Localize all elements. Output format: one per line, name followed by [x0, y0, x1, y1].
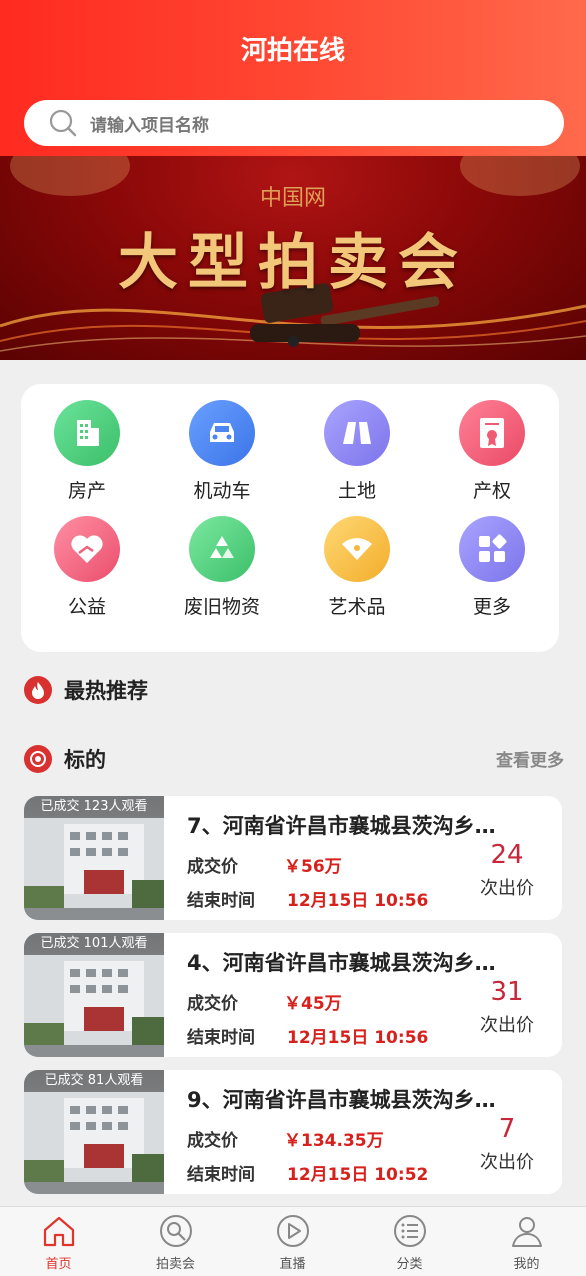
- section-title: 标的: [64, 748, 106, 772]
- building-icon: [54, 400, 120, 466]
- recycle-icon: [189, 516, 255, 582]
- end-time-value: 12月15日 10:56: [287, 891, 429, 911]
- price-label: 成交价: [187, 994, 238, 1014]
- user-icon: [511, 1217, 542, 1247]
- listing-card[interactable]: 已成交 81人观看 9、河南省许昌市襄城县茨沟乡房产 成交价 ￥134.35万 …: [24, 1070, 562, 1194]
- tab-category[interactable]: 分类: [351, 1213, 468, 1272]
- listing-card[interactable]: 已成交 123人观看 7、河南省许昌市襄城县茨沟乡房产 成交价 ￥56万 结束时…: [24, 796, 562, 920]
- tab-auction[interactable]: 拍卖会: [117, 1213, 234, 1272]
- price-label: 成交价: [187, 1131, 238, 1151]
- car-icon: [189, 400, 255, 466]
- category-label: 产权: [472, 480, 511, 502]
- end-time-value: 12月15日 10:56: [287, 1028, 429, 1048]
- category-charity[interactable]: 公益: [32, 516, 142, 619]
- end-time-label: 结束时间: [187, 891, 255, 911]
- category-label: 艺术品: [328, 596, 386, 618]
- category-label: 更多: [472, 596, 511, 618]
- tab-label: 拍卖会: [155, 1257, 195, 1272]
- tab-label: 分类: [396, 1257, 423, 1272]
- category-house[interactable]: 房产: [32, 400, 142, 503]
- banner-title: 大型拍卖会: [118, 228, 468, 298]
- target-icon: [24, 745, 52, 773]
- search-input[interactable]: 请输入项目名称: [90, 111, 209, 136]
- listing-card[interactable]: 已成交 101人观看 4、河南省许昌市襄城县茨沟乡房产 成交价 ￥45万 结束时…: [24, 933, 562, 1057]
- view-more-link[interactable]: 查看更多: [496, 746, 564, 771]
- category-vehicle[interactable]: 机动车: [167, 400, 277, 503]
- end-time-value: 12月15日 10:52: [287, 1165, 429, 1185]
- category-label: 土地: [337, 480, 376, 502]
- bid-count: 31: [490, 977, 524, 1007]
- tab-home[interactable]: 首页: [0, 1213, 117, 1272]
- tab-live[interactable]: 直播: [234, 1213, 351, 1272]
- list-icon: [393, 1215, 426, 1247]
- fire-icon: [24, 676, 52, 704]
- category-grid: 房产 机动车 土地 产权 公益 废旧物资 艺术品 更多: [21, 384, 559, 652]
- price-value: ￥45万: [284, 994, 342, 1014]
- heart-hand-icon: [54, 516, 120, 582]
- listing-title: 9、河南省许昌市襄城县茨沟乡房产: [187, 1088, 507, 1112]
- auction-icon: [159, 1215, 192, 1247]
- header: 河拍在线 请输入项目名称: [0, 0, 586, 160]
- category-label: 公益: [67, 596, 106, 618]
- more-grid-icon: [459, 516, 525, 582]
- category-more[interactable]: 更多: [437, 516, 547, 619]
- category-land[interactable]: 土地: [302, 400, 412, 503]
- price-label: 成交价: [187, 857, 238, 877]
- section-title: 最热推荐: [64, 679, 148, 703]
- end-time-label: 结束时间: [187, 1028, 255, 1048]
- bid-count: 7: [498, 1114, 516, 1144]
- category-label: 废旧物资: [183, 596, 260, 618]
- app-title: 河拍在线: [240, 36, 345, 66]
- certificate-icon: [459, 400, 525, 466]
- search-icon: [49, 109, 77, 137]
- category-label: 房产: [67, 480, 106, 502]
- bottom-tab-bar: 首页 拍卖会 直播 分类 我的: [0, 1206, 586, 1276]
- tab-label: 我的: [513, 1257, 540, 1272]
- fan-icon: [324, 516, 390, 582]
- category-scrap[interactable]: 废旧物资: [167, 516, 277, 619]
- listing-status-badge: 已成交 81人观看: [24, 1070, 164, 1092]
- banner[interactable]: 中国网 大型拍卖会: [0, 156, 586, 360]
- bid-count-label: 次出价: [480, 1152, 534, 1173]
- banner-subtitle: 中国网: [259, 186, 326, 211]
- bid-count: 24: [490, 840, 524, 870]
- play-icon: [276, 1215, 309, 1247]
- listing-status-badge: 已成交 101人观看: [24, 933, 164, 955]
- land-icon: [324, 400, 390, 466]
- listing-title: 4、河南省许昌市襄城县茨沟乡房产: [187, 951, 507, 975]
- tab-label: 首页: [45, 1257, 72, 1272]
- listing-status-badge: 已成交 123人观看: [24, 796, 164, 818]
- price-value: ￥134.35万: [284, 1131, 384, 1151]
- search-bar[interactable]: 请输入项目名称: [24, 100, 564, 146]
- tab-profile[interactable]: 我的: [468, 1213, 585, 1272]
- category-art[interactable]: 艺术品: [302, 516, 412, 619]
- home-icon: [43, 1216, 74, 1247]
- category-property-rights[interactable]: 产权: [437, 400, 547, 503]
- end-time-label: 结束时间: [187, 1165, 255, 1185]
- section-lots: 标的: [24, 744, 106, 774]
- category-label: 机动车: [193, 480, 251, 502]
- section-hot: 最热推荐: [24, 675, 148, 705]
- bid-count-label: 次出价: [480, 1015, 534, 1036]
- banner-indicator-dot[interactable]: [288, 336, 299, 347]
- tab-label: 直播: [279, 1257, 306, 1272]
- price-value: ￥56万: [284, 857, 342, 877]
- bid-count-label: 次出价: [480, 878, 534, 899]
- listing-title: 7、河南省许昌市襄城县茨沟乡房产: [187, 814, 507, 838]
